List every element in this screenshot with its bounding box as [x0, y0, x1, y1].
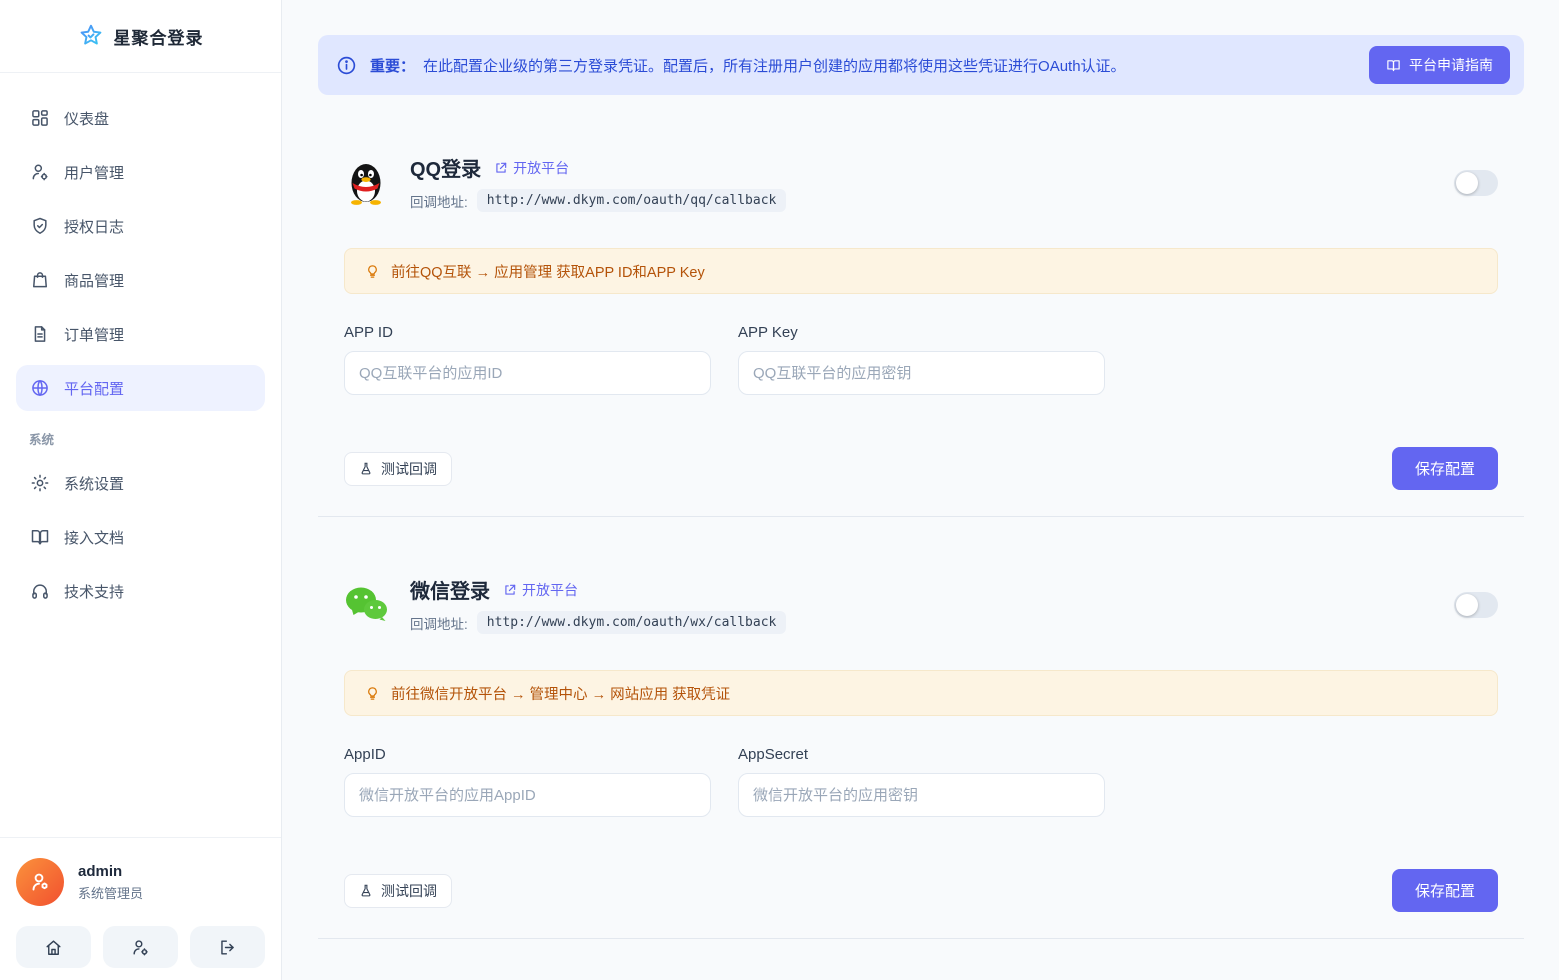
qq-section-title: QQ登录: [410, 153, 481, 182]
info-icon: [336, 55, 357, 76]
wechat-callback-url: http://www.dkym.com/oauth/wx/callback: [477, 611, 787, 634]
qq-open-platform-link[interactable]: 开放平台: [494, 158, 569, 178]
platform-guide-button[interactable]: 平台申请指南: [1369, 46, 1510, 84]
banner-text: 重要：在此配置企业级的第三方登录凭证。配置后，所有注册用户创建的应用都将使用这些…: [370, 55, 1356, 76]
document-icon: [30, 324, 50, 344]
logout-icon: [218, 938, 237, 957]
sidebar-item-docs[interactable]: 接入文档: [16, 514, 265, 560]
sidebar-item-label: 接入文档: [64, 527, 124, 548]
home-icon: [44, 938, 63, 957]
user-actions: [16, 926, 265, 968]
user-name: admin: [78, 863, 143, 880]
sidebar-item-platform-config[interactable]: 平台配置: [16, 365, 265, 411]
sidebar: 星聚合登录 仪表盘 用户管理: [0, 0, 282, 980]
profile-settings-button[interactable]: [103, 926, 178, 968]
sidebar-item-label: 技术支持: [64, 581, 124, 602]
wechat-save-config-button[interactable]: 保存配置: [1392, 869, 1498, 912]
sidebar-item-label: 仪表盘: [64, 108, 109, 129]
qq-tip-text: 前往QQ互联 → 应用管理 获取APP ID和APP Key: [391, 261, 705, 282]
wechat-tip-text: 前往微信开放平台 → 管理中心 → 网站应用 获取凭证: [391, 683, 730, 704]
app-logo: 星聚合登录: [0, 0, 281, 73]
main-content: 重要：在此配置企业级的第三方登录凭证。配置后，所有注册用户创建的应用都将使用这些…: [282, 0, 1559, 980]
wechat-appid-field: AppID: [344, 746, 711, 817]
flask-icon: [359, 461, 373, 476]
callback-label: 回调地址:: [410, 191, 468, 211]
qq-app-key-field: APP Key: [738, 324, 1105, 395]
sidebar-item-orders[interactable]: 订单管理: [16, 311, 265, 357]
wechat-enabled-toggle[interactable]: [1454, 592, 1498, 618]
user-gear-icon: [30, 162, 50, 182]
sidebar-item-label: 商品管理: [64, 270, 124, 291]
qq-logo-icon: [344, 160, 388, 206]
wechat-test-callback-button[interactable]: 测试回调: [344, 874, 452, 908]
important-notice-banner: 重要：在此配置企业级的第三方登录凭证。配置后，所有注册用户创建的应用都将使用这些…: [318, 35, 1524, 95]
external-link-icon: [503, 583, 517, 597]
dashboard-icon: [30, 108, 50, 128]
sidebar-item-support[interactable]: 技术支持: [16, 568, 265, 614]
book-open-icon: [30, 527, 50, 547]
home-button[interactable]: [16, 926, 91, 968]
qq-app-key-label: APP Key: [738, 324, 1105, 341]
sidebar-nav: 仪表盘 用户管理 授权日志: [0, 73, 281, 614]
sidebar-item-label: 系统设置: [64, 473, 124, 494]
qq-enabled-toggle[interactable]: [1454, 170, 1498, 196]
shield-check-icon: [30, 216, 50, 236]
shopping-bag-icon: [30, 270, 50, 290]
sidebar-section-label: 系统: [29, 429, 265, 448]
wechat-appid-label: AppID: [344, 746, 711, 763]
wechat-appsecret-label: AppSecret: [738, 746, 1105, 763]
wechat-login-section: 微信登录 开放平台 回调地址: http://www.dkym.com/oaut…: [318, 517, 1524, 938]
qq-app-id-field: APP ID: [344, 324, 711, 395]
logout-button[interactable]: [190, 926, 265, 968]
sidebar-item-label: 订单管理: [64, 324, 124, 345]
external-link-icon: [494, 161, 508, 175]
wechat-open-platform-link[interactable]: 开放平台: [503, 580, 578, 600]
sidebar-item-label: 授权日志: [64, 216, 124, 237]
sidebar-item-label: 用户管理: [64, 162, 124, 183]
avatar: [16, 858, 64, 906]
sidebar-item-dashboard[interactable]: 仪表盘: [16, 95, 265, 141]
guide-book-icon: [1386, 58, 1401, 73]
user-role: 系统管理员: [78, 883, 143, 902]
alipay-login-section: 支 支付宝登录 开放平台 回调地址: htt: [318, 939, 1524, 980]
wechat-appsecret-field: AppSecret: [738, 746, 1105, 817]
qq-test-callback-button[interactable]: 测试回调: [344, 452, 452, 486]
sidebar-item-system-settings[interactable]: 系统设置: [16, 460, 265, 506]
headset-icon: [30, 581, 50, 601]
wechat-section-title: 微信登录: [410, 575, 490, 604]
flask-icon: [359, 883, 373, 898]
app-title: 星聚合登录: [114, 24, 204, 49]
lightbulb-icon: [365, 264, 380, 279]
sidebar-user-area: admin 系统管理员: [0, 837, 281, 980]
wechat-appsecret-input[interactable]: [738, 773, 1105, 817]
gear-icon: [30, 473, 50, 493]
callback-label: 回调地址:: [410, 613, 468, 633]
qq-save-config-button[interactable]: 保存配置: [1392, 447, 1498, 490]
toggle-knob: [1456, 594, 1478, 616]
sidebar-item-products[interactable]: 商品管理: [16, 257, 265, 303]
banner-label: 重要：: [370, 58, 415, 75]
qq-tip-banner: 前往QQ互联 → 应用管理 获取APP ID和APP Key: [344, 248, 1498, 294]
wechat-appid-input[interactable]: [344, 773, 711, 817]
star-logo-icon: [78, 23, 104, 49]
qq-login-section: QQ登录 开放平台 回调地址: http://www.dkym.com/oaut…: [318, 95, 1524, 516]
qq-app-id-input[interactable]: [344, 351, 711, 395]
wechat-tip-banner: 前往微信开放平台 → 管理中心 → 网站应用 获取凭证: [344, 670, 1498, 716]
sidebar-item-auth-logs[interactable]: 授权日志: [16, 203, 265, 249]
qq-app-id-label: APP ID: [344, 324, 711, 341]
toggle-knob: [1456, 172, 1478, 194]
sidebar-item-users[interactable]: 用户管理: [16, 149, 265, 195]
sidebar-item-label: 平台配置: [64, 378, 124, 399]
wechat-logo-icon: [344, 582, 388, 628]
lightbulb-icon: [365, 686, 380, 701]
globe-icon: [30, 378, 50, 398]
user-gear-icon: [131, 938, 150, 957]
user-card: admin 系统管理员: [16, 858, 265, 906]
qq-callback-url: http://www.dkym.com/oauth/qq/callback: [477, 189, 787, 212]
qq-app-key-input[interactable]: [738, 351, 1105, 395]
